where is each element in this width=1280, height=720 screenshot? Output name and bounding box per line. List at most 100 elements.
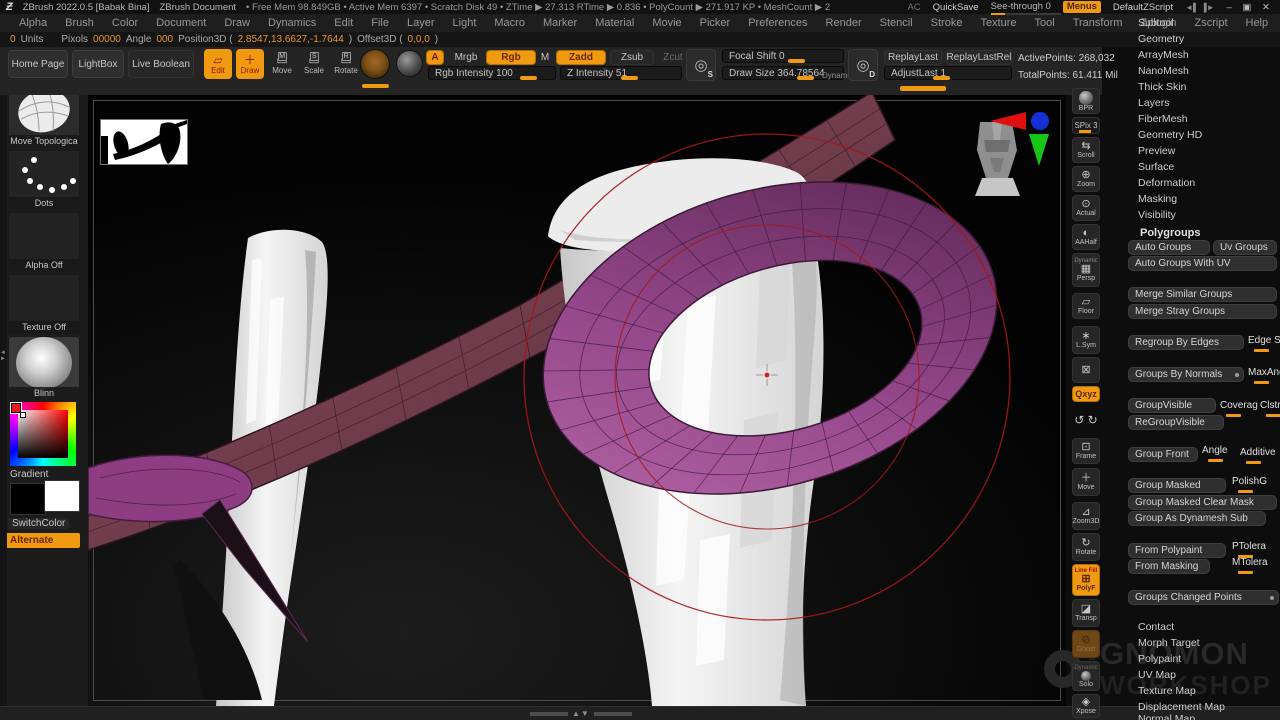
polish-groups-slider[interactable]: PolishG (1232, 476, 1267, 491)
group-masked-clear-mask-button[interactable]: Group Masked Clear Mask (1128, 495, 1277, 510)
gradient-label[interactable]: Gradient (10, 469, 48, 480)
regroupvisible-button[interactable]: ReGroupVisible (1128, 415, 1224, 430)
local-symmetry-button[interactable]: ∗L.Sym (1072, 326, 1100, 354)
zoom-button[interactable]: ⊕Zoom (1072, 166, 1100, 192)
bottom-tray-bar-left[interactable] (530, 712, 568, 716)
menu-movie[interactable]: Movie (643, 17, 690, 29)
palette-section-normal-map[interactable]: Normal Map (1138, 713, 1195, 720)
viewport-canvas[interactable] (88, 95, 1070, 706)
zadd-toggle[interactable]: Zadd (556, 50, 606, 65)
rgb-toggle[interactable]: Rgb (486, 50, 536, 65)
menu-stroke[interactable]: Stroke (922, 17, 972, 29)
menu-marker[interactable]: Marker (534, 17, 586, 29)
group-front-button[interactable]: Group Front (1128, 447, 1198, 462)
main-color-swatch[interactable] (10, 483, 46, 515)
menu-texture[interactable]: Texture (971, 17, 1025, 29)
menu-file[interactable]: File (362, 17, 398, 29)
menu-document[interactable]: Document (147, 17, 215, 29)
groups-changed-points-button[interactable]: Groups Changed Points (1128, 590, 1279, 605)
palette-section-masking[interactable]: Masking (1138, 193, 1177, 205)
from-polypaint-button[interactable]: From Polypaint (1128, 543, 1226, 558)
tray-toggle-icons[interactable]: ◄▌ ▐► (1185, 3, 1214, 12)
z-intensity-slider[interactable]: Z Intensity 51 (560, 66, 682, 80)
group-front-angle-slider[interactable]: Angle (1202, 445, 1228, 460)
merge-similar-groups-button[interactable]: Merge Similar Groups (1128, 287, 1277, 302)
rotate-mode-button[interactable]: ▭R Rotate (332, 49, 360, 79)
menus-button[interactable]: Menus (1063, 1, 1101, 13)
alpha-tile[interactable]: Alpha Off (8, 212, 80, 272)
a-toggle-button[interactable]: A (426, 50, 444, 65)
frame-button[interactable]: ⊡Frame (1072, 438, 1100, 464)
palette-section-layers[interactable]: Layers (1138, 97, 1170, 109)
ghost-button[interactable]: ⊘Ghost (1072, 630, 1100, 658)
qxyz-button[interactable]: Qxyz (1072, 386, 1100, 402)
palette-section-surface[interactable]: Surface (1138, 161, 1174, 173)
bottom-tray-toggle-icon[interactable]: ▲▼ (572, 709, 590, 718)
menu-picker[interactable]: Picker (691, 17, 740, 29)
menu-alpha[interactable]: Alpha (10, 17, 56, 29)
replay-last-rel-button[interactable]: ReplayLastRel (946, 50, 1012, 65)
menu-layer[interactable]: Layer (398, 17, 444, 29)
polyframe-button[interactable]: Line Fill⊞PolyF (1072, 564, 1100, 596)
palette-section-visibility[interactable]: Visibility (1138, 209, 1176, 221)
palette-section-polypaint[interactable]: Polypaint (1138, 653, 1181, 665)
zcut-toggle[interactable]: Zcut (658, 50, 688, 65)
menu-macro[interactable]: Macro (485, 17, 534, 29)
spin-buttons[interactable]: ↺ ↻ (1072, 405, 1100, 435)
menu-brush[interactable]: Brush (56, 17, 103, 29)
palette-section-geometry-hd[interactable]: Geometry HD (1138, 129, 1202, 141)
auto-groups-button[interactable]: Auto Groups (1128, 240, 1210, 255)
texture-tile[interactable]: Texture Off (8, 274, 80, 334)
material-tile[interactable]: Blinn (8, 336, 80, 400)
uv-groups-button[interactable]: Uv Groups (1213, 240, 1277, 255)
solo-button[interactable]: DynamicSolo (1072, 661, 1100, 691)
groups-by-normals-button[interactable]: Groups By Normals (1128, 367, 1244, 382)
edit-mode-button[interactable]: ▱ Edit (204, 49, 232, 79)
coverage-slider[interactable]: Coverag (1220, 400, 1258, 415)
rgb-intensity-slider[interactable]: Rgb Intensity 100 (428, 66, 556, 80)
masking-tolerance-slider[interactable]: MTolera (1232, 557, 1268, 572)
rotate-camera-button[interactable]: ↻Rotate (1072, 533, 1100, 561)
actual-button[interactable]: ⊙Actual (1072, 195, 1100, 221)
menu-light[interactable]: Light (444, 17, 486, 29)
brush-preview-swatch[interactable] (360, 49, 390, 79)
group-as-dynamesh-sub-button[interactable]: Group As Dynamesh Sub (1128, 511, 1266, 526)
palette-section-texture-map[interactable]: Texture Map (1138, 685, 1196, 697)
polypaint-tolerance-slider[interactable]: PTolera (1232, 541, 1266, 556)
menu-stencil[interactable]: Stencil (871, 17, 922, 29)
palette-section-morph-target[interactable]: Morph Target (1138, 637, 1200, 649)
xpose-button[interactable]: ◈Xpose (1072, 694, 1100, 718)
lazy-mouse-selector[interactable]: ◎D (848, 49, 878, 81)
secondary-color-swatch[interactable] (44, 480, 80, 512)
scroll-button[interactable]: ⇆Scroll (1072, 137, 1100, 163)
stroke-selector[interactable]: ◎S (686, 49, 716, 81)
move-camera-button[interactable]: ＋Move (1072, 468, 1100, 496)
m-toggle[interactable]: M (538, 50, 552, 65)
see-through-slider[interactable]: See-through 0 (991, 1, 1051, 14)
palette-section-uv-map[interactable]: UV Map (1138, 669, 1176, 681)
palette-section-arraymesh[interactable]: ArrayMesh (1138, 49, 1189, 61)
spix-slider[interactable]: SPix 3 (1072, 117, 1100, 134)
transparency-button[interactable]: ◪Transp (1072, 599, 1100, 627)
menu-preferences[interactable]: Preferences (739, 17, 816, 29)
additive-slider[interactable]: Additive (1240, 447, 1276, 462)
palette-section-fibermesh[interactable]: FiberMesh (1138, 113, 1188, 125)
window-controls[interactable]: – ▣ ✕ (1227, 2, 1275, 13)
max-angle-slider[interactable]: MaxAng (1248, 367, 1280, 382)
move-mode-button[interactable]: ▭M Move (268, 49, 296, 79)
left-tray-divider[interactable]: ◄► (0, 82, 7, 720)
menu-edit[interactable]: Edit (325, 17, 362, 29)
tray-slider-handle[interactable] (900, 86, 946, 91)
palette-section-thick-skin[interactable]: Thick Skin (1138, 81, 1186, 93)
camera-lock-button[interactable]: ⊠ (1072, 357, 1100, 383)
aahalf-button[interactable]: ◐AAHalf (1072, 224, 1100, 250)
mrgb-toggle[interactable]: Mrgb (448, 50, 484, 65)
focal-shift-slider[interactable]: Focal Shift 0 (722, 49, 844, 63)
menu-draw[interactable]: Draw (215, 17, 259, 29)
menu-dynamics[interactable]: Dynamics (259, 17, 325, 29)
live-boolean-button[interactable]: Live Boolean (128, 50, 194, 78)
menu-tool[interactable]: Tool (1026, 17, 1064, 29)
document-thumbnail[interactable] (100, 119, 188, 165)
zsub-toggle[interactable]: Zsub (610, 50, 654, 65)
palette-section-contact[interactable]: Contact (1138, 621, 1174, 633)
